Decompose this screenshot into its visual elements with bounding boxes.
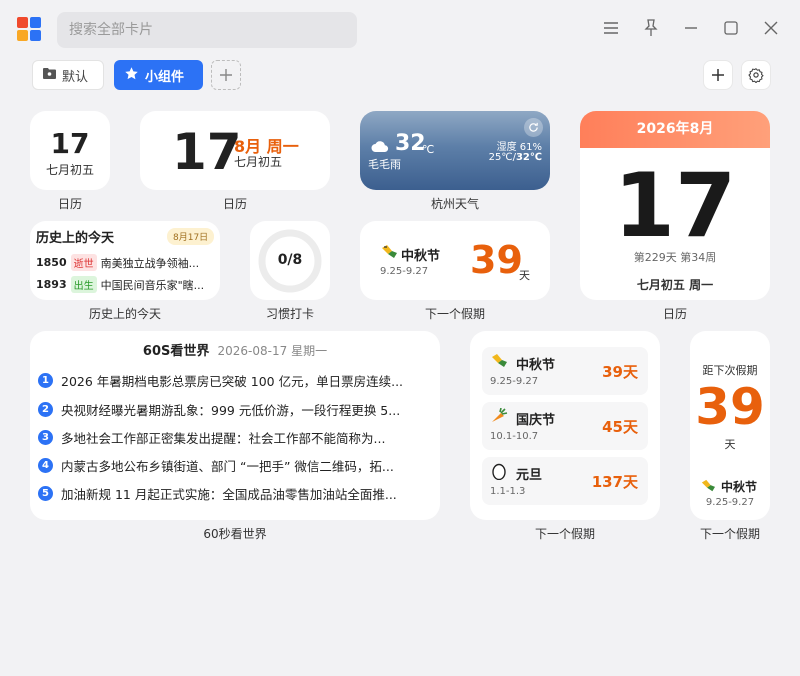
holiday-label: 距下次假期: [702, 364, 758, 377]
holiday-list-item[interactable]: 元旦 1.1-1.3 137天: [482, 457, 648, 505]
holiday-tall-widget[interactable]: 距下次假期 39 天 中秋节 9.25-9.27: [690, 331, 770, 520]
calendar-day-of-year: 第229天 第34周: [633, 251, 717, 264]
mooncake-icon: [380, 244, 398, 264]
weather-range: 25℃/32℃: [489, 152, 542, 163]
history-date-badge: 8月17日: [167, 228, 215, 245]
holiday-days: 39: [470, 238, 523, 282]
holiday-small-widget[interactable]: 中秋节 9.25-9.27 39 天: [360, 221, 550, 300]
widget-caption: 习惯打卡: [265, 307, 314, 321]
add-widget-button[interactable]: [703, 60, 733, 90]
star-icon: [124, 66, 139, 85]
holiday-list-item[interactable]: 国庆节 10.1-10.7 45天: [482, 402, 648, 450]
folder-icon: [43, 67, 56, 83]
history-item[interactable]: 1850 逝世 南美独立战争领袖...: [36, 254, 216, 271]
holiday-days: 39: [695, 378, 765, 436]
holiday-unit: 天: [724, 438, 736, 451]
holiday-dates: 10.1-10.7: [490, 431, 539, 442]
mooncake-icon: [490, 353, 508, 373]
calendar-lunar-week: 七月初五 周一: [636, 278, 714, 292]
holiday-name: 中秋节: [401, 249, 441, 264]
calendar-header: 2026年8月: [580, 111, 770, 148]
habit-widget[interactable]: 0/8: [250, 221, 330, 300]
holiday-dates: 9.25-9.27: [490, 376, 539, 387]
history-today-widget[interactable]: 历史上的今天 8月17日 1850 逝世 南美独立战争领袖... 1893 出生…: [30, 221, 220, 300]
weather-widget[interactable]: 32 ℃ 毛毛雨 湿度 61% 25℃/32℃: [360, 111, 550, 190]
egg-icon: [491, 462, 507, 484]
widget-caption: 日历: [57, 197, 82, 211]
carrot-icon: [490, 407, 508, 428]
history-text: 中国民间音乐家"瞎...: [100, 278, 205, 292]
news-widget[interactable]: 60S看世界 2026-08-17 星期一 1 2026 年暑期档电影总票房已突破…: [30, 331, 440, 520]
pin-icon[interactable]: [639, 16, 663, 40]
holiday-unit: 天: [519, 269, 530, 282]
maximize-icon[interactable]: [719, 16, 743, 40]
holiday-name: 中秋节: [721, 480, 758, 494]
history-tag: 出生: [70, 276, 97, 293]
history-year: 1893: [36, 278, 67, 291]
close-icon[interactable]: [759, 16, 783, 40]
search-input[interactable]: [57, 12, 357, 48]
calendar-large-widget[interactable]: 2026年8月 17 第229天 第34周 七月初五 周一: [580, 111, 770, 300]
widget-caption: 日历: [222, 197, 247, 211]
holiday-list-item[interactable]: 中秋节 9.25-9.27 39天: [482, 347, 648, 395]
settings-gear-icon[interactable]: [741, 60, 771, 90]
holiday-dates: 9.25-9.27: [705, 497, 755, 508]
widget-caption: 下一个假期: [534, 527, 595, 541]
widget-caption: 日历: [662, 307, 687, 321]
history-title: 历史上的今天: [36, 231, 115, 246]
widget-caption: 下一个假期: [424, 307, 485, 321]
calendar-day: 17: [50, 127, 90, 160]
widget-caption: 下一个假期: [699, 527, 760, 541]
calendar-lunar: 七月初五: [45, 163, 94, 177]
minimize-icon[interactable]: [679, 16, 703, 40]
add-tab-button[interactable]: [211, 60, 241, 90]
calendar-day: 17: [613, 154, 737, 257]
news-date: 2026-08-17 星期一: [217, 344, 328, 358]
mooncake-icon: [700, 478, 716, 497]
menu-icon[interactable]: [599, 16, 623, 40]
holiday-days: 137天: [591, 473, 638, 491]
news-title: 60S看世界: [142, 344, 210, 359]
tab-widget-label: 小组件: [145, 69, 185, 85]
history-tag: 逝世: [70, 254, 97, 271]
holiday-name: 国庆节: [516, 413, 556, 428]
news-item[interactable]: 4 内蒙古多地公布乡镇街道、部门 “一把手” 微信二维码，拓...: [38, 456, 434, 475]
tab-widget[interactable]: 小组件: [114, 60, 203, 90]
widget-caption: 60秒看世界: [203, 527, 267, 541]
holiday-name: 中秋节: [516, 358, 556, 373]
cloud-rain-icon: [371, 138, 389, 157]
tab-default-label: 默认: [62, 69, 89, 85]
news-item[interactable]: 2 央视财经曝光暑期游乱象：999 元低价游，一段行程更换 5...: [38, 400, 434, 419]
widget-caption: 历史上的今天: [88, 307, 161, 321]
widget-caption: 杭州天气: [430, 197, 479, 211]
calendar-small-widget[interactable]: 17 七月初五: [30, 111, 110, 190]
holiday-dates: 9.25-9.27: [380, 266, 429, 277]
holiday-name: 元旦: [516, 468, 543, 483]
holiday-days: 39天: [602, 363, 638, 381]
weather-unit: ℃: [422, 143, 435, 156]
weather-range-high: 32℃: [515, 152, 542, 163]
news-item[interactable]: 1 2026 年暑期档电影总票房已突破 100 亿元，单日票房连续...: [38, 371, 434, 390]
holiday-list-widget[interactable]: 中秋节 9.25-9.27 39天 国庆节 10.1-10.7 45天 元旦 1…: [470, 331, 660, 520]
refresh-icon[interactable]: [524, 118, 543, 137]
weather-range-low: 25℃/: [488, 152, 516, 163]
history-year: 1850: [36, 256, 67, 269]
habit-value: 0/8: [277, 252, 303, 268]
history-item[interactable]: 1893 出生 中国民间音乐家"瞎...: [36, 276, 216, 293]
calendar-medium-widget[interactable]: 17 8月 周一 七月初五: [140, 111, 330, 190]
news-header: 60S看世界 2026-08-17 星期一: [30, 340, 440, 359]
holiday-days: 45天: [602, 418, 638, 436]
calendar-day: 17: [172, 123, 242, 181]
app-logo-icon: [17, 17, 41, 41]
holiday-dates: 1.1-1.3: [490, 486, 526, 497]
calendar-lunar: 七月初五: [234, 155, 283, 169]
news-item[interactable]: 5 加油新规 11 月起正式实施：全国成品油零售加油站全面推...: [38, 484, 434, 503]
weather-humidity: 湿度 61%: [496, 142, 542, 153]
tab-default[interactable]: 默认: [32, 60, 104, 90]
weather-condition: 毛毛雨: [368, 158, 401, 171]
history-text: 南美独立战争领袖...: [100, 256, 200, 270]
news-item[interactable]: 3 多地社会工作部正密集发出提醒：社会工作部不能简称为...: [38, 428, 434, 447]
